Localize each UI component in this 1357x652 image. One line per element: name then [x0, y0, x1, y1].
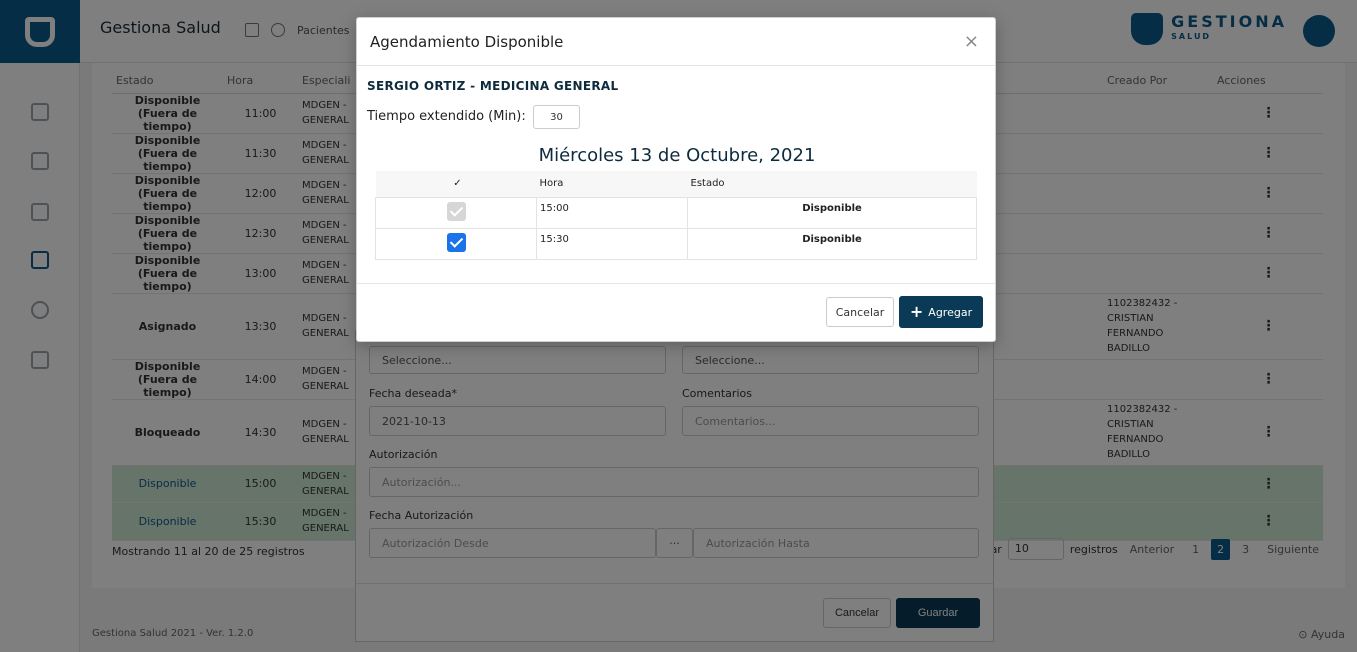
slot-row: 15:30 Disponible — [375, 227, 977, 260]
add-button[interactable]: + Agregar — [899, 296, 983, 328]
modal-title: Agendamiento Disponible — [370, 33, 564, 51]
col-check: ✓ — [375, 171, 537, 197]
modal-header: Agendamiento Disponible × — [357, 18, 995, 66]
col-hora: Hora — [536, 171, 688, 197]
plus-icon: + — [909, 302, 924, 321]
slot-estado: Disponible — [687, 196, 977, 229]
agendamiento-modal: Agendamiento Disponible × SERGIO ORTIZ -… — [356, 17, 996, 342]
slot-checkbox-cell — [375, 227, 537, 260]
extended-time-label: Tiempo extendido (Min): — [367, 109, 526, 124]
modal-footer-divider — [357, 283, 995, 284]
slot-checkbox[interactable] — [446, 232, 466, 252]
extended-time-input[interactable] — [533, 105, 580, 129]
slot-hora: 15:30 — [536, 227, 688, 260]
add-button-label: Agregar — [928, 305, 973, 319]
slot-checkbox-disabled — [446, 201, 466, 221]
slot-row: 15:00 Disponible — [375, 196, 977, 229]
slot-checkbox-cell — [375, 196, 537, 229]
date-title: Miércoles 13 de Octubre, 2021 — [538, 145, 816, 166]
cancel-button[interactable]: Cancelar — [826, 297, 894, 327]
slots-table: ✓ Hora Estado 15:00 Disponible 15:30 Dis… — [375, 171, 977, 260]
slot-estado: Disponible — [687, 227, 977, 260]
close-icon[interactable]: × — [964, 31, 979, 52]
doctor-name: SERGIO ORTIZ - MEDICINA GENERAL — [367, 79, 619, 93]
slot-hora: 15:00 — [536, 196, 688, 229]
col-estado: Estado — [687, 171, 977, 197]
